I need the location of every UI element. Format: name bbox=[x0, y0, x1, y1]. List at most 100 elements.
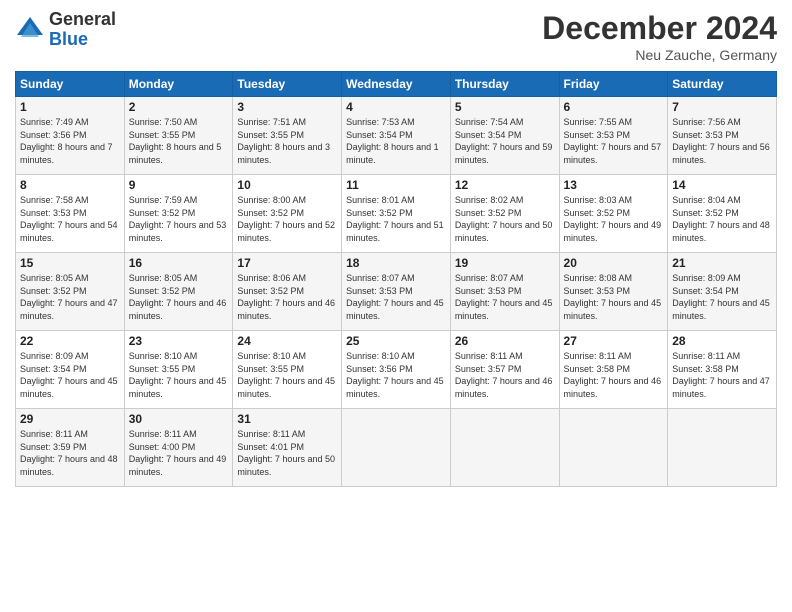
day-number: 20 bbox=[564, 256, 664, 270]
day-cell: 18 Sunrise: 8:07 AMSunset: 3:53 PMDaylig… bbox=[342, 253, 451, 331]
day-number: 17 bbox=[237, 256, 337, 270]
month-title: December 2024 bbox=[542, 10, 777, 47]
main-container: General Blue December 2024 Neu Zauche, G… bbox=[0, 0, 792, 497]
location: Neu Zauche, Germany bbox=[542, 47, 777, 63]
col-friday: Friday bbox=[559, 72, 668, 97]
day-info: Sunrise: 8:11 AMSunset: 3:58 PMDaylight:… bbox=[672, 351, 770, 399]
day-info: Sunrise: 7:56 AMSunset: 3:53 PMDaylight:… bbox=[672, 117, 770, 165]
day-cell: 14 Sunrise: 8:04 AMSunset: 3:52 PMDaylig… bbox=[668, 175, 777, 253]
day-number: 14 bbox=[672, 178, 772, 192]
day-number: 27 bbox=[564, 334, 664, 348]
day-number: 19 bbox=[455, 256, 555, 270]
day-cell: 23 Sunrise: 8:10 AMSunset: 3:55 PMDaylig… bbox=[124, 331, 233, 409]
day-cell: 21 Sunrise: 8:09 AMSunset: 3:54 PMDaylig… bbox=[668, 253, 777, 331]
title-block: December 2024 Neu Zauche, Germany bbox=[542, 10, 777, 63]
day-info: Sunrise: 8:07 AMSunset: 3:53 PMDaylight:… bbox=[346, 273, 444, 321]
day-cell: 30 Sunrise: 8:11 AMSunset: 4:00 PMDaylig… bbox=[124, 409, 233, 487]
day-number: 24 bbox=[237, 334, 337, 348]
week-row-2: 8 Sunrise: 7:58 AMSunset: 3:53 PMDayligh… bbox=[16, 175, 777, 253]
day-number: 29 bbox=[20, 412, 120, 426]
day-number: 4 bbox=[346, 100, 446, 114]
col-thursday: Thursday bbox=[450, 72, 559, 97]
day-cell: 7 Sunrise: 7:56 AMSunset: 3:53 PMDayligh… bbox=[668, 97, 777, 175]
day-info: Sunrise: 8:07 AMSunset: 3:53 PMDaylight:… bbox=[455, 273, 553, 321]
day-cell: 28 Sunrise: 8:11 AMSunset: 3:58 PMDaylig… bbox=[668, 331, 777, 409]
day-info: Sunrise: 8:10 AMSunset: 3:56 PMDaylight:… bbox=[346, 351, 444, 399]
day-cell: 27 Sunrise: 8:11 AMSunset: 3:58 PMDaylig… bbox=[559, 331, 668, 409]
day-info: Sunrise: 7:55 AMSunset: 3:53 PMDaylight:… bbox=[564, 117, 662, 165]
day-info: Sunrise: 7:54 AMSunset: 3:54 PMDaylight:… bbox=[455, 117, 553, 165]
day-cell: 16 Sunrise: 8:05 AMSunset: 3:52 PMDaylig… bbox=[124, 253, 233, 331]
day-cell: 20 Sunrise: 8:08 AMSunset: 3:53 PMDaylig… bbox=[559, 253, 668, 331]
day-number: 8 bbox=[20, 178, 120, 192]
day-info: Sunrise: 8:04 AMSunset: 3:52 PMDaylight:… bbox=[672, 195, 770, 243]
day-info: Sunrise: 8:10 AMSunset: 3:55 PMDaylight:… bbox=[129, 351, 227, 399]
logo-blue: Blue bbox=[49, 30, 116, 50]
week-row-4: 22 Sunrise: 8:09 AMSunset: 3:54 PMDaylig… bbox=[16, 331, 777, 409]
day-cell: 9 Sunrise: 7:59 AMSunset: 3:52 PMDayligh… bbox=[124, 175, 233, 253]
day-cell: 31 Sunrise: 8:11 AMSunset: 4:01 PMDaylig… bbox=[233, 409, 342, 487]
day-info: Sunrise: 8:09 AMSunset: 3:54 PMDaylight:… bbox=[20, 351, 118, 399]
col-tuesday: Tuesday bbox=[233, 72, 342, 97]
day-number: 18 bbox=[346, 256, 446, 270]
day-number: 3 bbox=[237, 100, 337, 114]
day-cell: 26 Sunrise: 8:11 AMSunset: 3:57 PMDaylig… bbox=[450, 331, 559, 409]
day-cell: 19 Sunrise: 8:07 AMSunset: 3:53 PMDaylig… bbox=[450, 253, 559, 331]
day-number: 12 bbox=[455, 178, 555, 192]
day-number: 5 bbox=[455, 100, 555, 114]
day-info: Sunrise: 8:02 AMSunset: 3:52 PMDaylight:… bbox=[455, 195, 553, 243]
day-cell bbox=[450, 409, 559, 487]
week-row-1: 1 Sunrise: 7:49 AMSunset: 3:56 PMDayligh… bbox=[16, 97, 777, 175]
day-info: Sunrise: 8:01 AMSunset: 3:52 PMDaylight:… bbox=[346, 195, 444, 243]
day-number: 6 bbox=[564, 100, 664, 114]
day-info: Sunrise: 8:11 AMSunset: 4:01 PMDaylight:… bbox=[237, 429, 335, 477]
logo-text: General Blue bbox=[49, 10, 116, 50]
day-cell: 3 Sunrise: 7:51 AMSunset: 3:55 PMDayligh… bbox=[233, 97, 342, 175]
day-number: 30 bbox=[129, 412, 229, 426]
day-info: Sunrise: 8:06 AMSunset: 3:52 PMDaylight:… bbox=[237, 273, 335, 321]
day-number: 10 bbox=[237, 178, 337, 192]
day-cell: 13 Sunrise: 8:03 AMSunset: 3:52 PMDaylig… bbox=[559, 175, 668, 253]
day-cell bbox=[559, 409, 668, 487]
day-number: 25 bbox=[346, 334, 446, 348]
day-cell: 5 Sunrise: 7:54 AMSunset: 3:54 PMDayligh… bbox=[450, 97, 559, 175]
col-wednesday: Wednesday bbox=[342, 72, 451, 97]
day-cell: 8 Sunrise: 7:58 AMSunset: 3:53 PMDayligh… bbox=[16, 175, 125, 253]
day-info: Sunrise: 7:53 AMSunset: 3:54 PMDaylight:… bbox=[346, 117, 439, 165]
day-cell: 2 Sunrise: 7:50 AMSunset: 3:55 PMDayligh… bbox=[124, 97, 233, 175]
day-cell: 25 Sunrise: 8:10 AMSunset: 3:56 PMDaylig… bbox=[342, 331, 451, 409]
header: General Blue December 2024 Neu Zauche, G… bbox=[15, 10, 777, 63]
header-row: Sunday Monday Tuesday Wednesday Thursday… bbox=[16, 72, 777, 97]
day-info: Sunrise: 7:51 AMSunset: 3:55 PMDaylight:… bbox=[237, 117, 330, 165]
col-saturday: Saturday bbox=[668, 72, 777, 97]
day-info: Sunrise: 7:59 AMSunset: 3:52 PMDaylight:… bbox=[129, 195, 227, 243]
day-number: 7 bbox=[672, 100, 772, 114]
day-number: 1 bbox=[20, 100, 120, 114]
day-number: 22 bbox=[20, 334, 120, 348]
day-cell bbox=[342, 409, 451, 487]
day-number: 26 bbox=[455, 334, 555, 348]
col-sunday: Sunday bbox=[16, 72, 125, 97]
day-info: Sunrise: 8:11 AMSunset: 3:57 PMDaylight:… bbox=[455, 351, 553, 399]
day-number: 2 bbox=[129, 100, 229, 114]
day-number: 15 bbox=[20, 256, 120, 270]
day-info: Sunrise: 8:11 AMSunset: 4:00 PMDaylight:… bbox=[129, 429, 227, 477]
col-monday: Monday bbox=[124, 72, 233, 97]
day-cell: 17 Sunrise: 8:06 AMSunset: 3:52 PMDaylig… bbox=[233, 253, 342, 331]
day-number: 21 bbox=[672, 256, 772, 270]
day-info: Sunrise: 7:50 AMSunset: 3:55 PMDaylight:… bbox=[129, 117, 222, 165]
day-cell: 11 Sunrise: 8:01 AMSunset: 3:52 PMDaylig… bbox=[342, 175, 451, 253]
day-cell: 1 Sunrise: 7:49 AMSunset: 3:56 PMDayligh… bbox=[16, 97, 125, 175]
day-info: Sunrise: 7:49 AMSunset: 3:56 PMDaylight:… bbox=[20, 117, 113, 165]
day-cell bbox=[668, 409, 777, 487]
day-info: Sunrise: 8:03 AMSunset: 3:52 PMDaylight:… bbox=[564, 195, 662, 243]
day-cell: 22 Sunrise: 8:09 AMSunset: 3:54 PMDaylig… bbox=[16, 331, 125, 409]
logo-icon bbox=[15, 15, 45, 45]
day-number: 11 bbox=[346, 178, 446, 192]
day-cell: 29 Sunrise: 8:11 AMSunset: 3:59 PMDaylig… bbox=[16, 409, 125, 487]
day-info: Sunrise: 8:10 AMSunset: 3:55 PMDaylight:… bbox=[237, 351, 335, 399]
day-cell: 4 Sunrise: 7:53 AMSunset: 3:54 PMDayligh… bbox=[342, 97, 451, 175]
day-info: Sunrise: 8:09 AMSunset: 3:54 PMDaylight:… bbox=[672, 273, 770, 321]
logo-general: General bbox=[49, 10, 116, 30]
day-cell: 24 Sunrise: 8:10 AMSunset: 3:55 PMDaylig… bbox=[233, 331, 342, 409]
